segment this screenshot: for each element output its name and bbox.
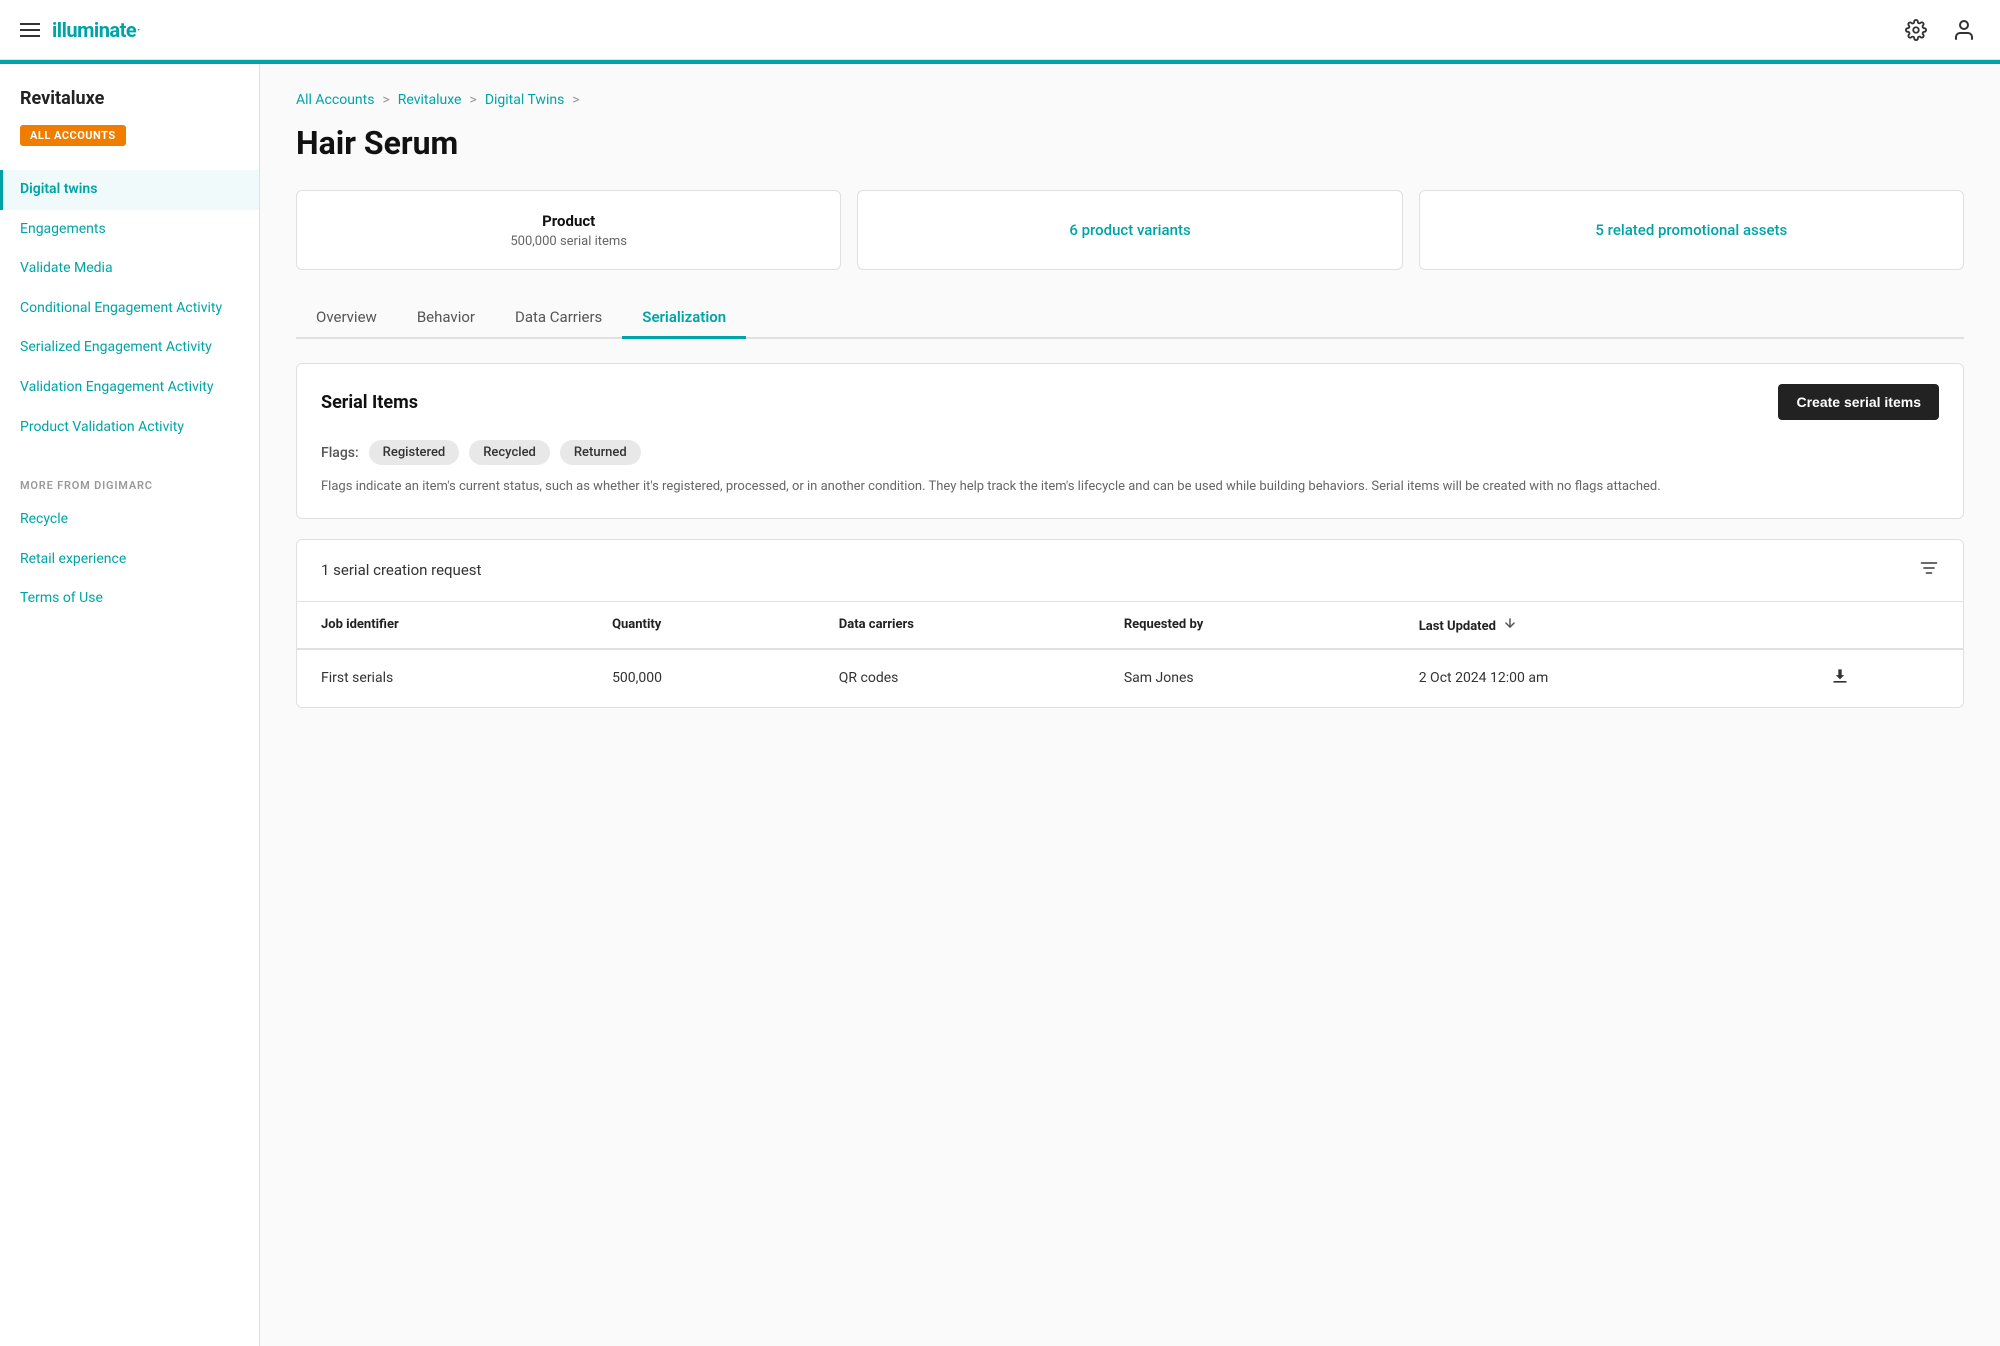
settings-icon[interactable] xyxy=(1900,14,1932,46)
filter-icon[interactable] xyxy=(1919,558,1939,583)
tabs: Overview Behavior Data Carriers Serializ… xyxy=(296,298,1964,339)
more-from-label: MORE FROM DIGIMARC xyxy=(0,479,259,500)
all-accounts-badge[interactable]: ALL ACCOUNTS xyxy=(20,125,126,146)
breadcrumb-sep-2: > xyxy=(469,92,476,108)
sidebar-item-retail-experience[interactable]: Retail experience xyxy=(0,540,259,580)
tab-data-carriers[interactable]: Data Carriers xyxy=(495,298,622,339)
main-content: All Accounts > Revitaluxe > Digital Twin… xyxy=(260,64,2000,1346)
serial-table: Job identifier Quantity Data carriers Re… xyxy=(297,602,1963,707)
sidebar-item-product-validation[interactable]: Product Validation Activity xyxy=(0,408,259,448)
card-product[interactable]: Product 500,000 serial items xyxy=(296,190,841,270)
flag-registered: Registered xyxy=(369,440,460,465)
breadcrumb-sep-1: > xyxy=(382,92,389,108)
cell-last-updated: 2 Oct 2024 12:00 am xyxy=(1395,649,1806,707)
flags-label: Flags: xyxy=(321,445,359,461)
sidebar-item-recycle[interactable]: Recycle xyxy=(0,500,259,540)
hamburger-menu[interactable] xyxy=(20,23,40,37)
cell-download xyxy=(1806,649,1963,707)
logo: illuminate· xyxy=(52,18,141,42)
breadcrumb-revitaluxe[interactable]: Revitaluxe xyxy=(398,92,462,108)
table-header-title: 1 serial creation request xyxy=(321,561,481,579)
cell-data-carriers: QR codes xyxy=(815,649,1100,707)
tab-behavior[interactable]: Behavior xyxy=(397,298,495,339)
card-variants-link: 6 product variants xyxy=(1069,221,1190,239)
sidebar-item-validation-engagement[interactable]: Validation Engagement Activity xyxy=(0,368,259,408)
cell-quantity: 500,000 xyxy=(588,649,815,707)
col-actions xyxy=(1806,602,1963,649)
breadcrumb-digital-twins[interactable]: Digital Twins xyxy=(485,92,565,108)
sidebar-nav: Digital twins Engagements Validate Media… xyxy=(0,170,259,619)
topnav-right xyxy=(1900,14,1980,46)
serial-items-section: Serial Items Create serial items Flags: … xyxy=(296,363,1964,519)
table-section: 1 serial creation request Job identifier… xyxy=(296,539,1964,708)
serial-items-header: Serial Items Create serial items xyxy=(297,364,1963,440)
col-quantity: Quantity xyxy=(588,602,815,649)
cards-row: Product 500,000 serial items 6 product v… xyxy=(296,190,1964,270)
table-row: First serials 500,000 QR codes Sam Jones… xyxy=(297,649,1963,707)
sidebar-item-digital-twins[interactable]: Digital twins xyxy=(0,170,259,210)
card-promo[interactable]: 5 related promotional assets xyxy=(1419,190,1964,270)
topnav: illuminate· xyxy=(0,0,2000,60)
breadcrumb-sep-3: > xyxy=(572,92,579,108)
flags-description: Flags indicate an item's current status,… xyxy=(321,477,1939,498)
flags-row: Flags: Registered Recycled Returned xyxy=(321,440,1939,465)
card-product-sub: 500,000 serial items xyxy=(510,234,627,249)
card-product-title: Product xyxy=(542,212,595,230)
sidebar-item-serialized-engagement[interactable]: Serialized Engagement Activity xyxy=(0,328,259,368)
sidebar-item-engagements[interactable]: Engagements xyxy=(0,210,259,250)
breadcrumb-all-accounts[interactable]: All Accounts xyxy=(296,92,374,108)
sidebar-brand: Revitaluxe xyxy=(0,88,259,125)
breadcrumb: All Accounts > Revitaluxe > Digital Twin… xyxy=(296,92,1964,108)
serial-items-title: Serial Items xyxy=(321,392,418,413)
tab-overview[interactable]: Overview xyxy=(296,298,397,339)
tab-serialization[interactable]: Serialization xyxy=(622,298,746,339)
sidebar: Revitaluxe ALL ACCOUNTS Digital twins En… xyxy=(0,64,260,1346)
page-title: Hair Serum xyxy=(296,124,1964,162)
col-job-identifier: Job identifier xyxy=(297,602,588,649)
sidebar-item-conditional-engagement[interactable]: Conditional Engagement Activity xyxy=(0,289,259,329)
download-button[interactable] xyxy=(1830,666,1850,691)
flags-area: Flags: Registered Recycled Returned Flag… xyxy=(297,440,1963,518)
flag-returned: Returned xyxy=(560,440,641,465)
card-promo-link: 5 related promotional assets xyxy=(1595,221,1787,239)
col-requested-by: Requested by xyxy=(1100,602,1395,649)
cell-job-identifier: First serials xyxy=(297,649,588,707)
sidebar-item-validate-media[interactable]: Validate Media xyxy=(0,249,259,289)
profile-icon[interactable] xyxy=(1948,14,1980,46)
col-data-carriers: Data carriers xyxy=(815,602,1100,649)
cell-requested-by: Sam Jones xyxy=(1100,649,1395,707)
sort-icon xyxy=(1503,616,1517,634)
sidebar-item-terms-of-use[interactable]: Terms of Use xyxy=(0,579,259,619)
card-variants[interactable]: 6 product variants xyxy=(857,190,1402,270)
table-header-row: 1 serial creation request xyxy=(297,540,1963,602)
flag-recycled: Recycled xyxy=(469,440,550,465)
col-last-updated[interactable]: Last Updated xyxy=(1395,602,1806,649)
layout: Revitaluxe ALL ACCOUNTS Digital twins En… xyxy=(0,64,2000,1346)
create-serial-items-button[interactable]: Create serial items xyxy=(1778,384,1939,420)
topnav-left: illuminate· xyxy=(20,18,141,42)
